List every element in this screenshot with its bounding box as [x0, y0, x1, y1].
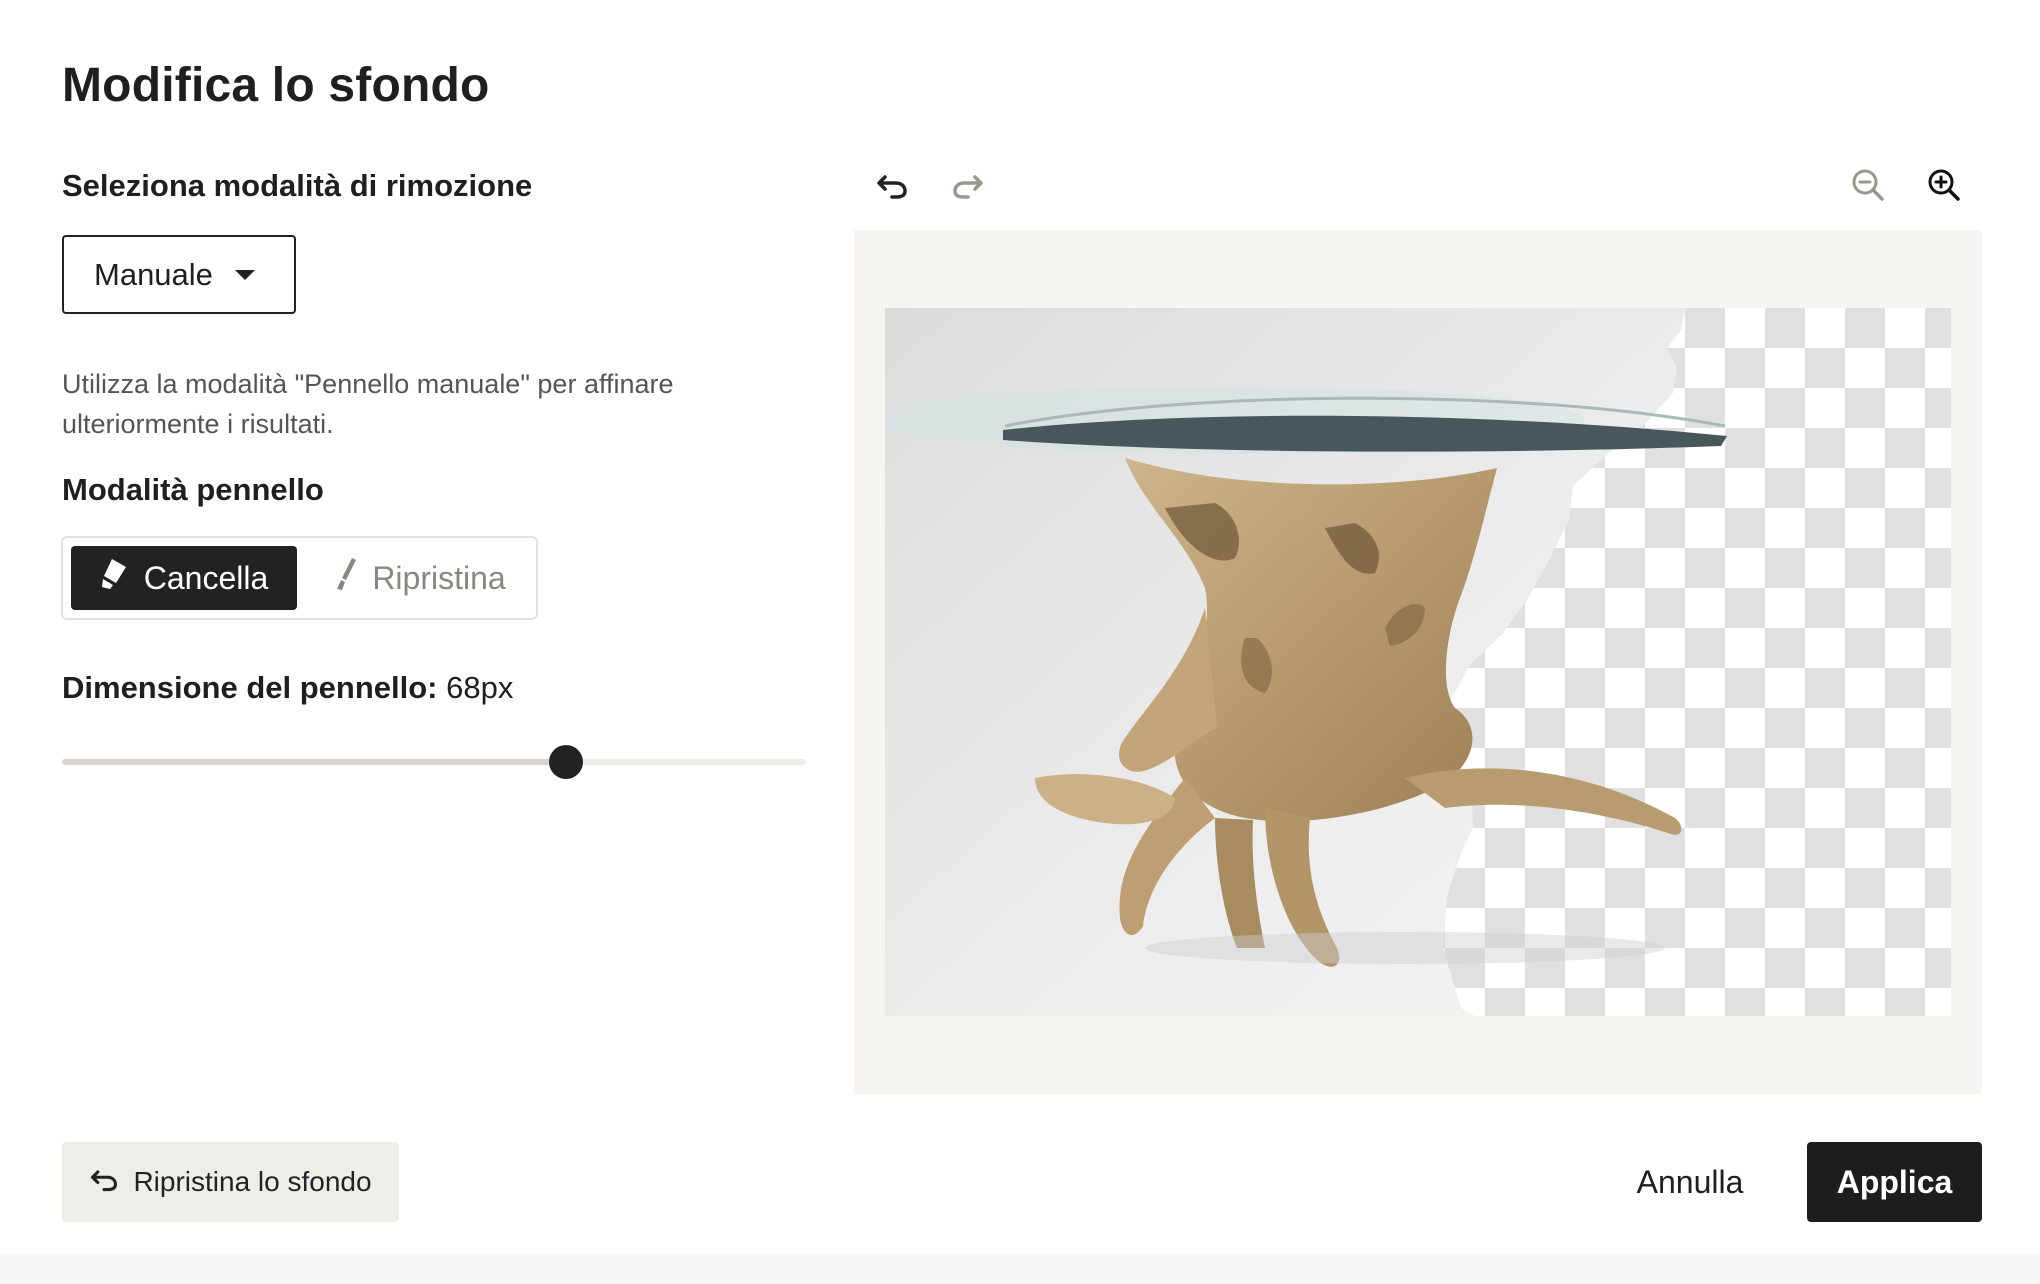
- product-image[interactable]: [885, 308, 1951, 1016]
- undo-icon: [875, 168, 909, 207]
- dialog-title: Modifica lo sfondo: [62, 59, 490, 112]
- footer-divider: [0, 1254, 2040, 1284]
- cancel-button[interactable]: Annulla: [1610, 1142, 1770, 1222]
- zoom-in-icon: [1927, 168, 1961, 207]
- reset-background-label: Ripristina lo sfondo: [133, 1166, 372, 1197]
- redo-button[interactable]: [946, 165, 990, 209]
- edit-canvas[interactable]: [854, 230, 1982, 1094]
- slider-thumb[interactable]: [548, 745, 583, 779]
- manual-brush-hint: Utilizza la modalità "Pennello manuale" …: [62, 369, 674, 439]
- erase-label: Cancella: [143, 559, 269, 596]
- brush-size-label: Dimensione del pennello: 68px: [62, 670, 513, 706]
- removal-mode-value: Manuale: [94, 256, 213, 292]
- brush-mode-label: Modalità pennello: [62, 472, 324, 507]
- restore-label: Ripristina: [372, 559, 506, 596]
- undo-button[interactable]: [870, 165, 914, 209]
- reset-background-button[interactable]: Ripristina lo sfondo: [62, 1142, 399, 1222]
- removal-mode-dropdown[interactable]: Manuale: [62, 235, 296, 314]
- zoom-in-button[interactable]: [1922, 165, 1966, 209]
- eraser-icon: [100, 557, 130, 599]
- slider-fill: [62, 759, 566, 765]
- erase-button[interactable]: Cancella: [71, 546, 297, 610]
- brush-size-title: Dimensione del pennello:: [62, 670, 438, 705]
- zoom-out-icon: [1851, 168, 1885, 207]
- brush-mode-toggle: Cancella Ripristina: [61, 536, 538, 620]
- redo-icon: [951, 168, 985, 207]
- brush-size-slider[interactable]: [62, 745, 806, 779]
- chevron-down-icon: [234, 269, 255, 280]
- undo-icon: [89, 1164, 119, 1201]
- zoom-out-button[interactable]: [1846, 165, 1890, 209]
- apply-button[interactable]: Applica: [1807, 1142, 1982, 1222]
- restore-brush-button[interactable]: Ripristina: [309, 546, 531, 610]
- brush-size-value: 68px: [446, 670, 514, 705]
- removal-mode-label: Seleziona modalità di rimozione: [62, 168, 533, 203]
- paintbrush-icon: [334, 556, 358, 600]
